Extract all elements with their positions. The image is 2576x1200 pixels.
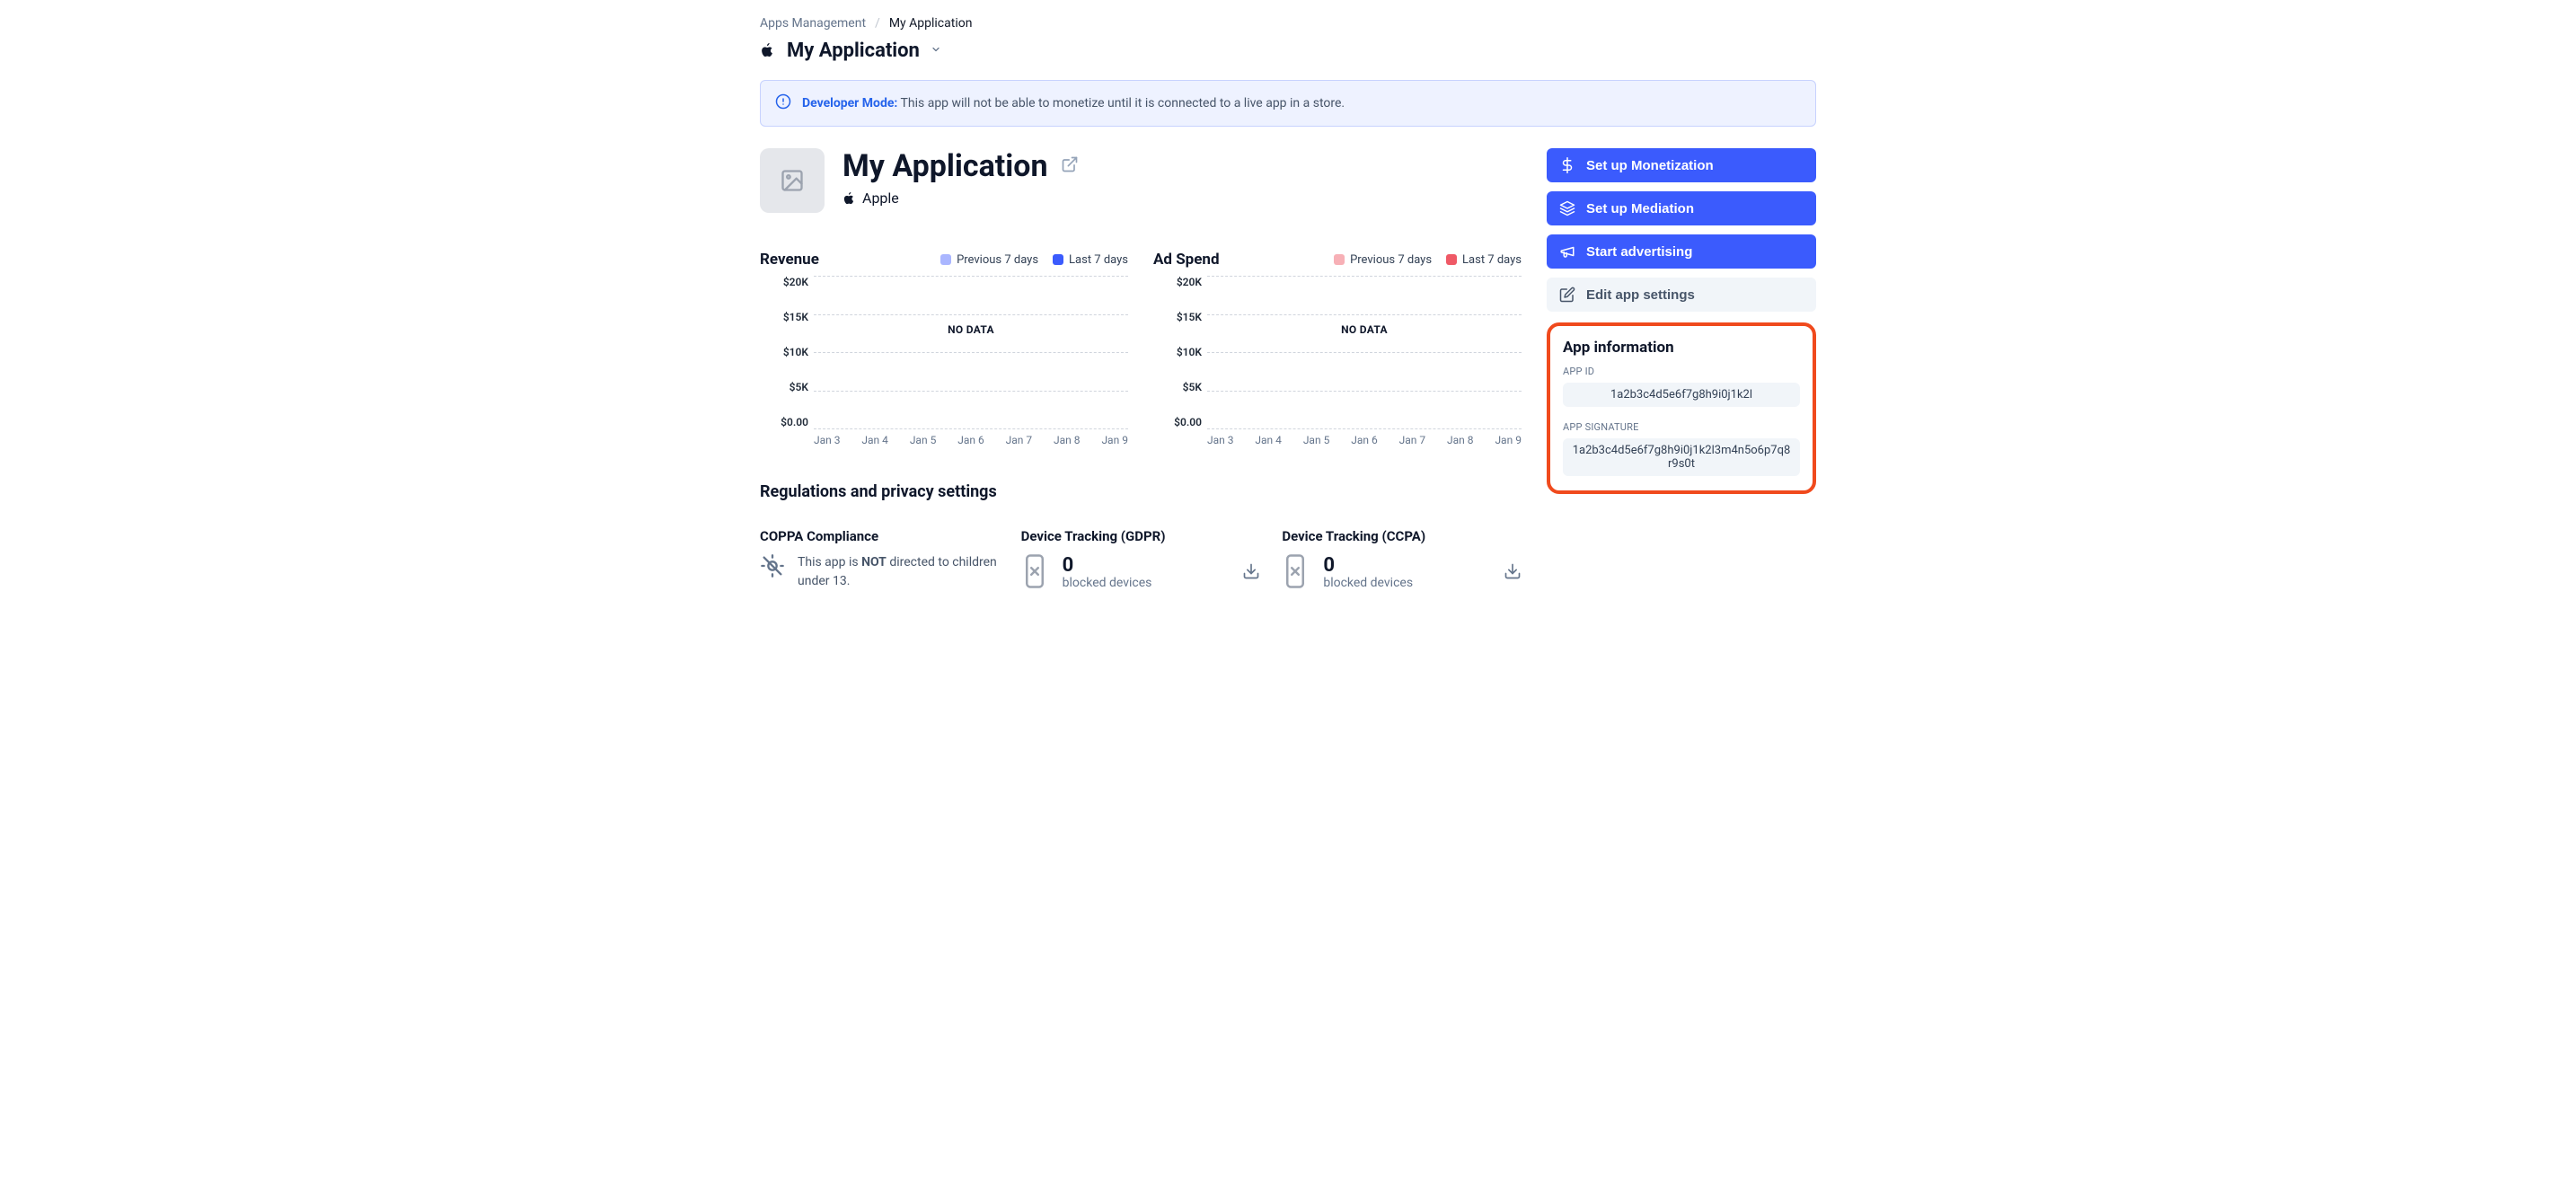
y-axis: $20K $15K $10K $5K $0.00 [1153,276,1202,428]
apple-icon [760,43,776,59]
breadcrumb-separator: / [875,16,880,31]
coppa-card: COPPA Compliance This app is NOT directe… [760,528,1000,593]
coppa-text: This app is NOT directed to children und… [798,553,1000,591]
app-id-label: APP ID [1563,366,1800,377]
x-axis: Jan 3 Jan 4 Jan 5 Jan 6 Jan 7 Jan 8 Jan … [814,434,1128,446]
no-data-label: NO DATA [1341,323,1388,336]
gdpr-card: Device Tracking (GDPR) 0 blocked devices [1021,528,1261,593]
banner-message: This app will not be able to monetize un… [901,96,1345,110]
ccpa-title: Device Tracking (CCPA) [1282,528,1522,544]
download-icon[interactable] [1504,562,1522,584]
banner-title: Developer Mode: [802,96,897,110]
apple-icon [842,192,855,205]
dollar-icon [1559,157,1575,173]
developer-mode-banner: Developer Mode: This app will not be abl… [760,80,1816,127]
chevron-down-icon [931,44,941,58]
device-blocked-icon [1282,553,1309,593]
device-blocked-icon [1021,553,1048,593]
blocked-count: 0 [1323,556,1413,576]
app-signature-label: APP SIGNATURE [1563,421,1800,433]
image-icon [780,168,805,193]
app-information-box: App information APP ID 1a2b3c4d5e6f7g8h9… [1547,322,1816,494]
breadcrumb-leaf: My Application [889,16,973,31]
legend-last: Last 7 days [1053,253,1128,267]
chart-revenue: Revenue Previous 7 days Last 7 days $20K… [760,251,1128,446]
edit-icon [1559,287,1575,303]
download-icon[interactable] [1242,562,1260,584]
layers-icon [1559,200,1575,216]
app-platform: Apple [842,190,1079,207]
blocked-count: 0 [1063,556,1152,576]
coppa-icon [760,553,785,582]
chart-revenue-title: Revenue [760,251,819,269]
legend-previous: Previous 7 days [940,253,1038,267]
platform-label: Apple [862,190,899,207]
legend-previous: Previous 7 days [1334,253,1432,267]
app-thumbnail [760,148,825,213]
app-info-title: App information [1563,339,1800,357]
chart-adspend-title: Ad Spend [1153,251,1220,269]
no-data-label: NO DATA [948,323,994,336]
legend-last: Last 7 days [1446,253,1522,267]
setup-mediation-button[interactable]: Set up Mediation [1547,191,1816,225]
start-advertising-button[interactable]: Start advertising [1547,234,1816,269]
ccpa-card: Device Tracking (CCPA) 0 blocked devices [1282,528,1522,593]
app-signature-value[interactable]: 1a2b3c4d5e6f7g8h9i0j1k2l3m4n5o6p7q8r9s0t [1563,438,1800,476]
setup-monetization-button[interactable]: Set up Monetization [1547,148,1816,182]
app-title: My Application [842,148,1048,184]
breadcrumb: Apps Management / My Application [760,16,1816,31]
chart-adspend: Ad Spend Previous 7 days Last 7 days $20… [1153,251,1522,446]
coppa-title: COPPA Compliance [760,528,1000,544]
y-axis: $20K $15K $10K $5K $0.00 [760,276,808,428]
chart-grid [1207,276,1522,428]
info-icon [775,93,791,113]
x-axis: Jan 3 Jan 4 Jan 5 Jan 6 Jan 7 Jan 8 Jan … [1207,434,1522,446]
external-link-icon[interactable] [1061,155,1079,177]
gdpr-title: Device Tracking (GDPR) [1021,528,1261,544]
megaphone-icon [1559,243,1575,260]
chart-grid [814,276,1128,428]
blocked-label: blocked devices [1323,576,1413,590]
blocked-label: blocked devices [1063,576,1152,590]
breadcrumb-root[interactable]: Apps Management [760,16,866,31]
app-id-value[interactable]: 1a2b3c4d5e6f7g8h9i0j1k2l [1563,383,1800,407]
page-title: My Application [787,40,920,62]
regulations-title: Regulations and privacy settings [760,482,1522,501]
page-title-row[interactable]: My Application [760,40,1816,62]
edit-app-settings-button[interactable]: Edit app settings [1547,278,1816,312]
